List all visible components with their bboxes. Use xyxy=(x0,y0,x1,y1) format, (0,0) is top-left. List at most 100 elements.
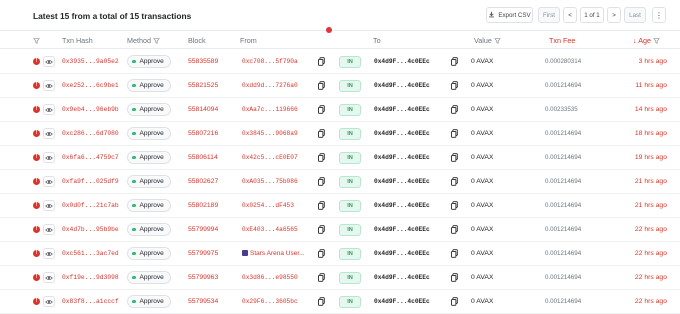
pager-first-button[interactable]: First xyxy=(538,7,560,23)
from-address-link[interactable]: 0xE403...4a6565 xyxy=(242,226,298,233)
copy-icon[interactable] xyxy=(451,249,458,258)
copy-icon[interactable] xyxy=(318,177,325,186)
copy-icon[interactable] xyxy=(318,81,325,90)
from-address-link[interactable]: 0x3d86...e98550 xyxy=(242,274,298,281)
txn-fee-text: 0.001214694 xyxy=(545,82,582,89)
block-link[interactable]: 55799963 xyxy=(188,274,218,281)
eye-icon[interactable] xyxy=(43,176,55,187)
alert-icon: ! xyxy=(33,58,40,65)
txn-hash-link[interactable]: 0xe252...6c9be1 xyxy=(62,82,119,89)
txn-hash-link[interactable]: 0x0d0f...21c7ab xyxy=(62,202,119,209)
txn-hash-link[interactable]: 0x9eb4...96eb9b xyxy=(62,106,119,113)
more-options-button[interactable]: ⋮ xyxy=(652,7,666,23)
from-address-link[interactable]: 0xA035...75b086 xyxy=(242,178,298,185)
to-address-link[interactable]: 0x4d9F...4c0EEc xyxy=(374,154,430,161)
txn-hash-link[interactable]: 0xc561...3ac7ed xyxy=(62,250,119,257)
eye-icon[interactable] xyxy=(43,272,55,283)
filter-icon[interactable] xyxy=(653,38,660,44)
copy-icon[interactable] xyxy=(451,81,458,90)
col-method-header[interactable]: Method xyxy=(127,36,160,45)
txn-hash-link[interactable]: 0x6fa6...4759c7 xyxy=(62,154,119,161)
filter-icon[interactable] xyxy=(493,38,501,44)
value-text: 0 AVAX xyxy=(471,106,494,113)
eye-icon[interactable] xyxy=(43,224,55,235)
to-address-link[interactable]: 0x4d9F...4c0EEc xyxy=(374,58,430,65)
copy-icon[interactable] xyxy=(318,273,325,282)
export-csv-button[interactable]: Export CSV xyxy=(486,7,533,23)
copy-icon[interactable] xyxy=(318,201,325,210)
eye-icon[interactable] xyxy=(43,200,55,211)
copy-icon[interactable] xyxy=(451,225,458,234)
block-link[interactable]: 55799975 xyxy=(188,250,218,257)
from-address-text: 0x3d86...e98550 xyxy=(242,274,298,281)
eye-icon[interactable] xyxy=(43,128,55,139)
txn-hash-link[interactable]: 0xc286...6d7080 xyxy=(62,130,119,137)
eye-icon[interactable] xyxy=(43,104,55,115)
col-txn-fee[interactable]: Txn Fee xyxy=(549,36,575,45)
status-dot xyxy=(132,131,136,136)
copy-icon[interactable] xyxy=(451,57,458,66)
eye-icon[interactable] xyxy=(43,80,55,91)
txn-hash-link[interactable]: 0x3935...9a05e2 xyxy=(62,58,119,65)
txn-hash-link[interactable]: 0xf19e...9d3098 xyxy=(62,274,119,281)
eye-icon[interactable] xyxy=(43,248,55,259)
pager-last-button[interactable]: Last xyxy=(624,7,646,23)
col-value-header[interactable]: Value xyxy=(474,36,501,45)
block-link[interactable]: 55821525 xyxy=(188,82,218,89)
sort-down-icon[interactable]: ↓ xyxy=(633,36,637,45)
to-address-link[interactable]: 0x4d9F...4c0EEc xyxy=(374,130,430,137)
to-address-link[interactable]: 0x4d9F...4c0EEc xyxy=(374,202,430,209)
pager-next-button[interactable]: > xyxy=(607,7,621,23)
copy-icon[interactable] xyxy=(318,297,325,306)
copy-icon[interactable] xyxy=(451,297,458,306)
to-address-link[interactable]: 0x4d9F...4c0EEc xyxy=(374,298,430,305)
block-link[interactable]: 55802189 xyxy=(188,202,218,209)
to-address-link[interactable]: 0x4d9F...4c0EEc xyxy=(374,274,430,281)
copy-icon[interactable] xyxy=(318,249,325,258)
method-badge: Approve xyxy=(127,223,171,236)
eye-icon[interactable] xyxy=(43,56,55,67)
from-address-link[interactable]: 0xdd9d...7276a0 xyxy=(242,82,298,89)
from-address-link[interactable]: 0x29F6...3605bc xyxy=(242,298,298,305)
copy-icon[interactable] xyxy=(318,153,325,162)
copy-icon[interactable] xyxy=(451,129,458,138)
eye-icon[interactable] xyxy=(43,152,55,163)
block-link[interactable]: 55802627 xyxy=(188,178,218,185)
to-address-link[interactable]: 0x4d9F...4c0EEc xyxy=(374,106,430,113)
filter-icon[interactable] xyxy=(153,38,160,44)
txn-hash-link[interactable]: 0x83f8...a1cccf xyxy=(62,298,119,305)
copy-icon[interactable] xyxy=(318,225,325,234)
copy-icon[interactable] xyxy=(451,273,458,282)
copy-icon[interactable] xyxy=(318,57,325,66)
pager-prev-button[interactable]: < xyxy=(563,7,577,23)
from-address-link[interactable]: 0xAa7c...119666 xyxy=(242,106,298,113)
to-address-link[interactable]: 0x4d9F...4c0EEc xyxy=(374,226,430,233)
eye-icon[interactable] xyxy=(43,296,55,307)
copy-icon[interactable] xyxy=(451,105,458,114)
copy-icon[interactable] xyxy=(451,177,458,186)
from-address-link[interactable]: 0x42c5...cE0E07 xyxy=(242,154,298,161)
copy-icon[interactable] xyxy=(451,153,458,162)
from-address-link[interactable]: Stars Arena User... xyxy=(242,250,305,257)
copy-icon[interactable] xyxy=(318,129,325,138)
filter-icon[interactable] xyxy=(33,36,40,45)
copy-icon[interactable] xyxy=(318,105,325,114)
to-address-link[interactable]: 0x4d9F...4c0EEc xyxy=(374,82,430,89)
col-age-header[interactable]: ↓ Age xyxy=(633,36,660,45)
block-link[interactable]: 55814094 xyxy=(188,106,218,113)
txn-hash-link[interactable]: 0x4d7b...95b9be xyxy=(62,226,119,233)
from-address-link[interactable]: 0x3845...9068a9 xyxy=(242,130,298,137)
from-address-link[interactable]: 0xc708...5f790a xyxy=(242,58,298,65)
copy-icon[interactable] xyxy=(451,201,458,210)
block-link[interactable]: 55799534 xyxy=(188,298,218,305)
block-link[interactable]: 55806114 xyxy=(188,154,218,161)
block-link[interactable]: 55835589 xyxy=(188,58,218,65)
from-address-link[interactable]: 0x0254...dF453 xyxy=(242,202,294,209)
col-txn-hash: Txn Hash xyxy=(62,36,93,45)
to-address-link[interactable]: 0x4d9F...4c0EEc xyxy=(374,178,430,185)
to-address-link[interactable]: 0x4d9F...4c0EEc xyxy=(374,250,430,257)
txn-hash-link[interactable]: 0xfa9f...025df9 xyxy=(62,178,119,185)
block-link[interactable]: 55807216 xyxy=(188,130,218,137)
method-badge: Approve xyxy=(127,175,171,188)
block-link[interactable]: 55799994 xyxy=(188,226,218,233)
